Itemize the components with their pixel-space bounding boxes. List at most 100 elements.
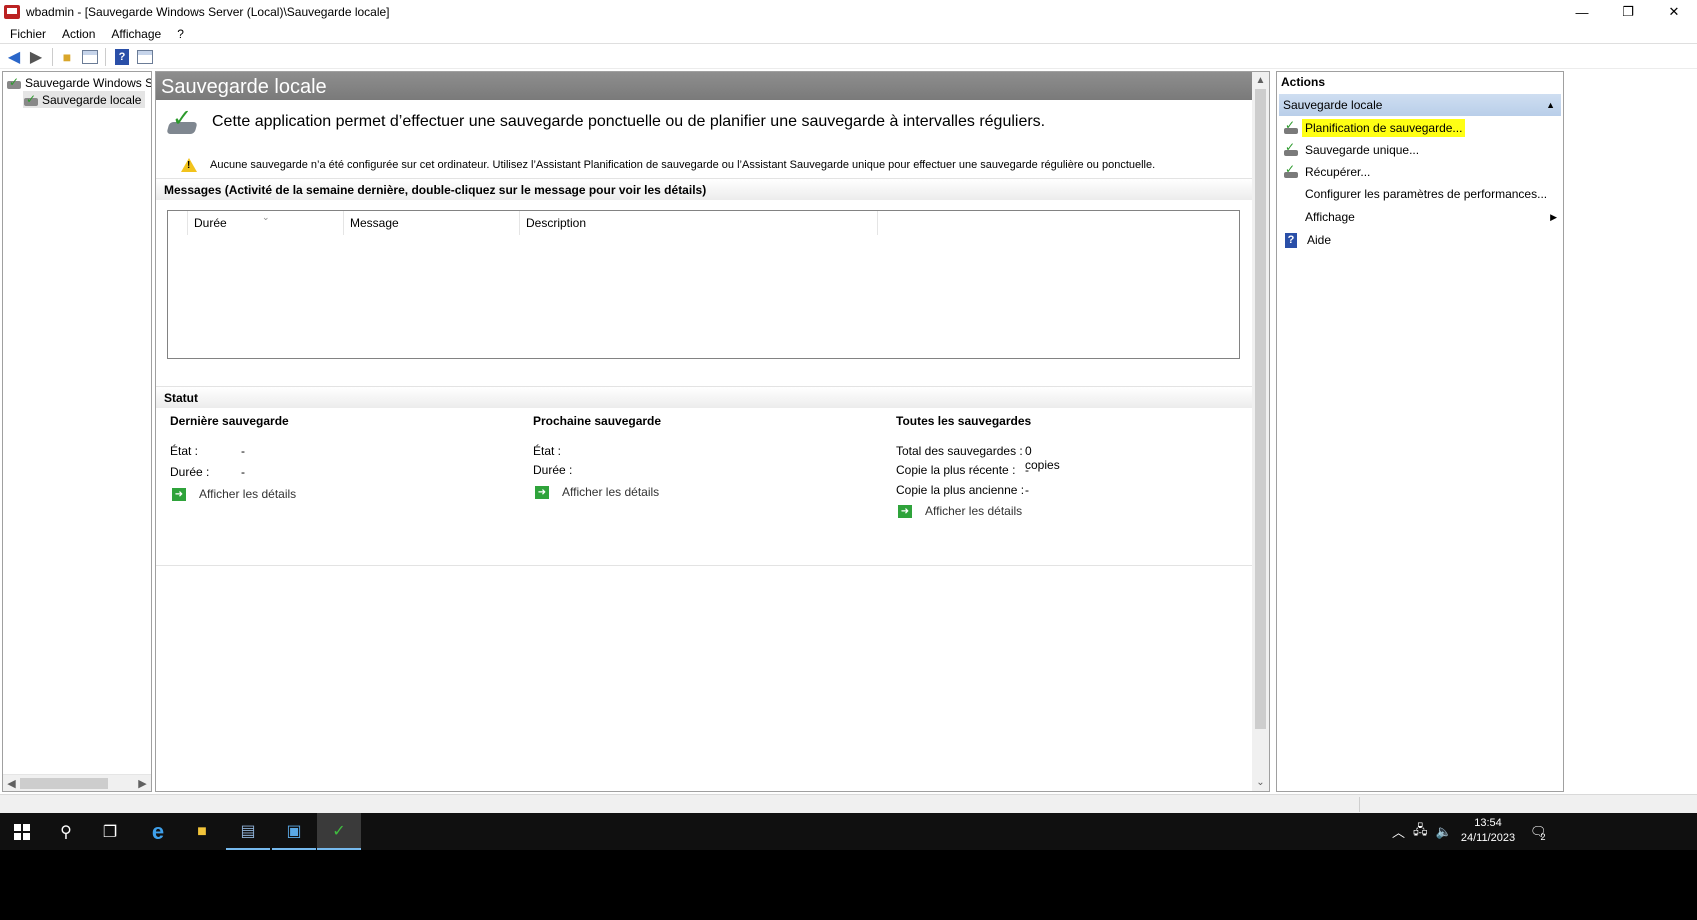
chevron-up-icon[interactable]: ︿ — [1392, 822, 1405, 841]
search-button[interactable]: ⚲ — [44, 813, 88, 850]
scroll-thumb[interactable] — [20, 778, 108, 789]
search-icon: ⚲ — [60, 823, 72, 841]
total-backups: Total des sauvegardes : 0 copies — [896, 444, 1060, 472]
taskbar-server-manager[interactable]: ▤ — [226, 813, 270, 850]
menu-affichage[interactable]: Affichage — [103, 27, 169, 41]
arrow-right-icon: ➜ — [535, 485, 549, 499]
scroll-thumb[interactable] — [1255, 89, 1266, 729]
tree-item-windows-server-backup[interactable]: ✓ Sauvegarde Windows Serv — [6, 74, 151, 91]
action-backup-schedule[interactable]: ✓ Planification de sauvegarde... — [1277, 117, 1561, 139]
action-recover[interactable]: ✓ Récupérer... — [1277, 161, 1561, 183]
taskbar: ⚲ ❐ e ■ ▤ ▣ ✓ ︿ 🖧 🔈 13:54 24/11/2023 🗨 2 — [0, 813, 1697, 850]
next-backup-state: État : — [533, 444, 562, 458]
action-backup-once[interactable]: ✓ Sauvegarde unique... — [1277, 139, 1561, 161]
all-backups-details-link[interactable]: ➜ Afficher les détails — [898, 504, 1022, 518]
actions-group-local-backup[interactable]: Sauvegarde locale ▲ — [1279, 94, 1561, 116]
all-backups-title: Toutes les sauvegardes — [896, 414, 1032, 428]
backup-once-icon: ✓ — [1283, 140, 1299, 158]
next-backup-duration: Durée : — [533, 463, 573, 477]
page-title: Sauvegarde locale — [156, 72, 1253, 100]
server-manager-icon: ▤ — [240, 822, 256, 840]
taskbar-wbadmin[interactable]: ✓ — [317, 813, 361, 850]
show-hide-tree-icon[interactable] — [82, 49, 98, 64]
toolbar: ◀ ▶ ■ ? — [0, 45, 1697, 69]
minimize-button[interactable]: — — [1559, 0, 1605, 24]
start-button[interactable] — [0, 813, 44, 850]
system-tray: ︿ 🖧 🔈 — [1392, 813, 1452, 850]
last-backup-state: État : - — [170, 444, 245, 458]
table-header: ⌄ Durée Message Description — [168, 211, 878, 235]
oldest-copy: Copie la plus ancienne : - — [896, 483, 1029, 497]
scroll-down-icon[interactable]: ⌄ — [1252, 774, 1269, 791]
scroll-right-icon[interactable]: ▶ — [134, 775, 151, 791]
window-controls: — ❐ ✕ — [1559, 0, 1697, 24]
tree-horizontal-scrollbar[interactable]: ◀ ▶ — [3, 774, 151, 791]
forward-arrow-icon[interactable]: ▶ — [26, 47, 46, 67]
status-bar — [0, 794, 1697, 813]
arrow-right-icon: ➜ — [898, 504, 912, 518]
column-header-icon[interactable] — [168, 211, 188, 235]
actions-pane: Actions Sauvegarde locale ▲ ✓ Planificat… — [1276, 71, 1564, 792]
most-recent-copy: Copie la plus récente : - — [896, 463, 1029, 477]
action-help[interactable]: ? Aide — [1277, 229, 1561, 251]
title-bar: wbadmin - [Sauvegarde Windows Server (Lo… — [0, 0, 1697, 24]
status-bar-divider — [1359, 797, 1360, 812]
task-view-button[interactable]: ❐ — [88, 813, 132, 850]
last-backup-title: Dernière sauvegarde — [170, 414, 289, 428]
messages-table[interactable]: ⌄ Durée Message Description — [167, 210, 1240, 359]
backup-icon: ✓ — [7, 74, 21, 89]
menu-fichier[interactable]: Fichier — [0, 27, 54, 41]
close-button[interactable]: ✕ — [1651, 0, 1697, 24]
tree-item-local-backup[interactable]: ✓ Sauvegarde locale — [23, 91, 146, 108]
intro-banner: ✓ Cette application permet d’effectuer u… — [156, 100, 1253, 144]
content-vertical-scrollbar[interactable]: ▲ ⌄ — [1252, 72, 1269, 791]
column-header-message[interactable]: Message — [344, 211, 520, 235]
clock[interactable]: 13:54 24/11/2023 — [1458, 816, 1518, 846]
help-icon[interactable]: ? — [115, 48, 129, 65]
divider — [156, 565, 1253, 566]
show-hide-action-pane-icon[interactable] — [137, 49, 153, 64]
action-configure-performance[interactable]: Configurer les paramètres de performance… — [1277, 183, 1561, 205]
clock-date: 24/11/2023 — [1460, 832, 1516, 844]
taskbar-file-explorer[interactable]: ■ — [180, 813, 224, 850]
messages-section-header: Messages (Activité de la semaine dernièr… — [156, 178, 1253, 200]
next-backup-panel: Prochaine sauvegarde État : Durée : ➜ Af… — [533, 414, 893, 499]
taskbar-app[interactable]: ▣ — [272, 813, 316, 850]
sort-down-icon: ⌄ — [262, 212, 270, 222]
scroll-left-icon[interactable]: ◀ — [3, 775, 20, 791]
up-folder-icon[interactable]: ■ — [57, 47, 77, 67]
action-view[interactable]: Affichage ▶ — [1277, 206, 1561, 228]
network-icon[interactable]: 🖧 — [1413, 821, 1428, 843]
backup-icon: ✓ — [24, 91, 38, 106]
next-backup-details-link[interactable]: ➜ Afficher les détails — [535, 485, 659, 499]
arrow-right-icon: ➜ — [172, 487, 186, 501]
backup-schedule-icon: ✓ — [1283, 118, 1299, 136]
window-title: wbadmin - [Sauvegarde Windows Server (Lo… — [26, 5, 390, 19]
collapse-icon[interactable]: ▲ — [1546, 94, 1555, 116]
folder-icon: ■ — [197, 822, 207, 840]
volume-muted-icon[interactable]: 🔈 — [1436, 824, 1452, 840]
warning-icon: ! — [181, 158, 197, 172]
last-backup-duration: Durée : - — [170, 465, 245, 479]
menu-action[interactable]: Action — [54, 27, 103, 41]
main-content: Sauvegarde locale ✓ Cette application pe… — [155, 71, 1270, 792]
windows-logo-icon — [14, 823, 30, 840]
help-icon: ? — [1285, 232, 1297, 248]
scroll-up-icon[interactable]: ▲ — [1252, 72, 1269, 89]
column-header-duree[interactable]: ⌄ Durée — [188, 211, 344, 235]
submenu-arrow-icon: ▶ — [1550, 211, 1557, 222]
taskbar-internet-explorer[interactable]: e — [136, 813, 180, 850]
toolbar-separator — [52, 47, 53, 66]
warning-text: Aucune sauvegarde n’a été configurée sur… — [210, 159, 1156, 171]
console-tree: ✓ Sauvegarde Windows Serv ✓ Sauvegarde l… — [2, 71, 152, 792]
app-icon — [4, 5, 20, 19]
status-section-header: Statut — [156, 386, 1253, 408]
restore-button[interactable]: ❐ — [1605, 0, 1651, 24]
last-backup-details-link[interactable]: ➜ Afficher les détails — [172, 487, 296, 501]
warning-banner: ! Aucune sauvegarde n’a été configurée s… — [156, 152, 1253, 178]
back-arrow-icon[interactable]: ◀ — [4, 47, 24, 67]
action-center-button[interactable]: 🗨 2 — [1530, 813, 1547, 850]
menu-help[interactable]: ? — [169, 27, 192, 41]
intro-text: Cette application permet d’effectuer une… — [212, 113, 1046, 130]
column-header-description[interactable]: Description — [520, 211, 878, 235]
